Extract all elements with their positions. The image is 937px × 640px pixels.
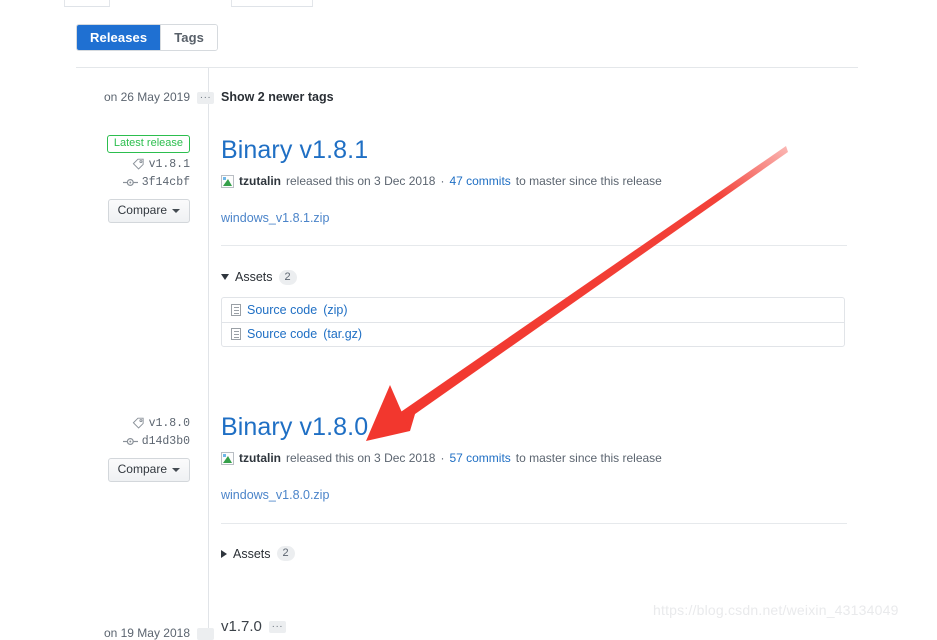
timeline-ellipsis-badge[interactable]: ··· xyxy=(197,92,214,104)
browser-tab-ghost xyxy=(64,0,110,7)
compare-button[interactable]: Compare xyxy=(107,458,190,482)
tab-releases[interactable]: Releases xyxy=(77,25,161,50)
tab-tags[interactable]: Tags xyxy=(160,25,217,50)
release-tag-row[interactable]: v1.8.0 xyxy=(0,417,190,430)
compare-button-label: Compare xyxy=(117,203,167,217)
asset-format: (zip) xyxy=(323,302,348,317)
release-meta-v180: v1.8.0 d14d3b0 Compare xyxy=(0,417,198,482)
release-meta-v181: Latest release v1.8.1 3f14cbf Compare xyxy=(0,135,198,223)
asset-format: (tar.gz) xyxy=(323,327,363,341)
release-title[interactable]: Binary v1.8.1 xyxy=(221,136,847,164)
release-body-v180: Binary v1.8.0 tzutalin released this on … xyxy=(221,413,847,561)
chevron-down-icon xyxy=(172,208,180,213)
assets-label: Assets xyxy=(233,546,271,561)
timeline-top-meta: on 26 May 2019 xyxy=(0,90,198,104)
release-tag-label: v1.8.1 xyxy=(148,158,190,171)
avatar-broken-image-icon xyxy=(221,174,234,188)
commits-suffix-text: to master since this release xyxy=(515,451,662,465)
chevron-down-icon xyxy=(172,467,180,472)
release-byline: tzutalin released this on 3 Dec 2018 · 4… xyxy=(221,174,847,188)
assets-list: Source code (zip) Source code (tar.gz) xyxy=(221,296,845,347)
release-byline: tzutalin released this on 3 Dec 2018 · 5… xyxy=(221,451,847,465)
watermark-text: https://blog.csdn.net/weixin_43134049 xyxy=(653,602,899,618)
commits-count-link[interactable]: 47 commits xyxy=(449,174,510,188)
file-icon xyxy=(231,303,241,316)
commit-icon xyxy=(122,177,138,188)
commit-icon xyxy=(122,436,138,447)
assets-toggle[interactable]: Assets 2 xyxy=(221,546,295,561)
releases-page: Releases Tags on 26 May 2019 ··· Show 2 … xyxy=(0,8,937,640)
release-section-divider xyxy=(221,245,847,246)
latest-release-badge: Latest release xyxy=(106,135,190,153)
triangle-right-icon xyxy=(221,549,227,558)
release-author[interactable]: tzutalin xyxy=(239,174,281,188)
older-tag-date: on 19 May 2018 xyxy=(103,626,190,640)
file-icon xyxy=(231,328,241,340)
release-tag-label: v1.8.0 xyxy=(148,417,190,430)
release-author[interactable]: tzutalin xyxy=(239,451,281,465)
release-body-v181: Binary v1.8.1 tzutalin released this on … xyxy=(221,136,847,347)
browser-tab-ghost xyxy=(231,0,313,7)
list-item[interactable]: Source code (tar.gz) xyxy=(222,321,844,346)
release-tag-row[interactable]: v1.8.1 xyxy=(0,158,190,171)
release-commit-sha: 3f14cbf xyxy=(141,176,190,189)
release-commit-row[interactable]: d14d3b0 xyxy=(0,435,190,448)
tabnav-divider xyxy=(76,67,858,68)
commits-suffix-text: to master since this release xyxy=(515,174,662,188)
release-attachment-link[interactable]: windows_v1.8.0.zip xyxy=(221,488,329,502)
assets-toggle[interactable]: Assets 2 xyxy=(221,269,297,285)
asset-name: Source code xyxy=(247,302,318,317)
triangle-down-icon xyxy=(221,274,229,280)
show-newer-tags-link[interactable]: Show 2 newer tags xyxy=(221,90,334,104)
release-commit-sha: d14d3b0 xyxy=(141,435,190,448)
assets-count-badge: 2 xyxy=(278,269,297,285)
browser-chrome-remnant xyxy=(0,0,937,8)
tag-icon xyxy=(132,158,145,171)
release-attachment-link[interactable]: windows_v1.8.1.zip xyxy=(221,211,329,225)
asset-name: Source code xyxy=(247,327,318,341)
commits-count-link[interactable]: 57 commits xyxy=(449,451,510,465)
list-item[interactable]: Source code (zip) xyxy=(222,298,844,322)
older-tag-row[interactable]: v1.7.0 ··· xyxy=(221,618,286,635)
compare-button-label: Compare xyxy=(117,462,167,476)
timeline-spine xyxy=(208,68,209,630)
timeline-date: on 26 May 2019 xyxy=(103,90,190,104)
release-published-text: released this on 3 Dec 2018 xyxy=(286,174,436,188)
release-dot-separator: · xyxy=(440,451,445,465)
release-section-divider xyxy=(221,523,847,524)
older-tag-label[interactable]: v1.7.0 xyxy=(221,618,262,635)
release-commit-row[interactable]: 3f14cbf xyxy=(0,176,190,189)
compare-button[interactable]: Compare xyxy=(107,199,190,223)
assets-count-badge: 2 xyxy=(276,546,295,561)
release-published-text: released this on 3 Dec 2018 xyxy=(286,451,436,465)
releases-tabnav: Releases Tags xyxy=(76,24,218,51)
older-tag-ellipsis-badge[interactable]: ··· xyxy=(268,620,286,633)
avatar-broken-image-icon xyxy=(221,451,234,465)
release-title[interactable]: Binary v1.8.0 xyxy=(221,413,847,441)
assets-label: Assets xyxy=(235,270,273,284)
tag-icon xyxy=(132,417,145,430)
release-dot-separator: · xyxy=(440,174,445,188)
